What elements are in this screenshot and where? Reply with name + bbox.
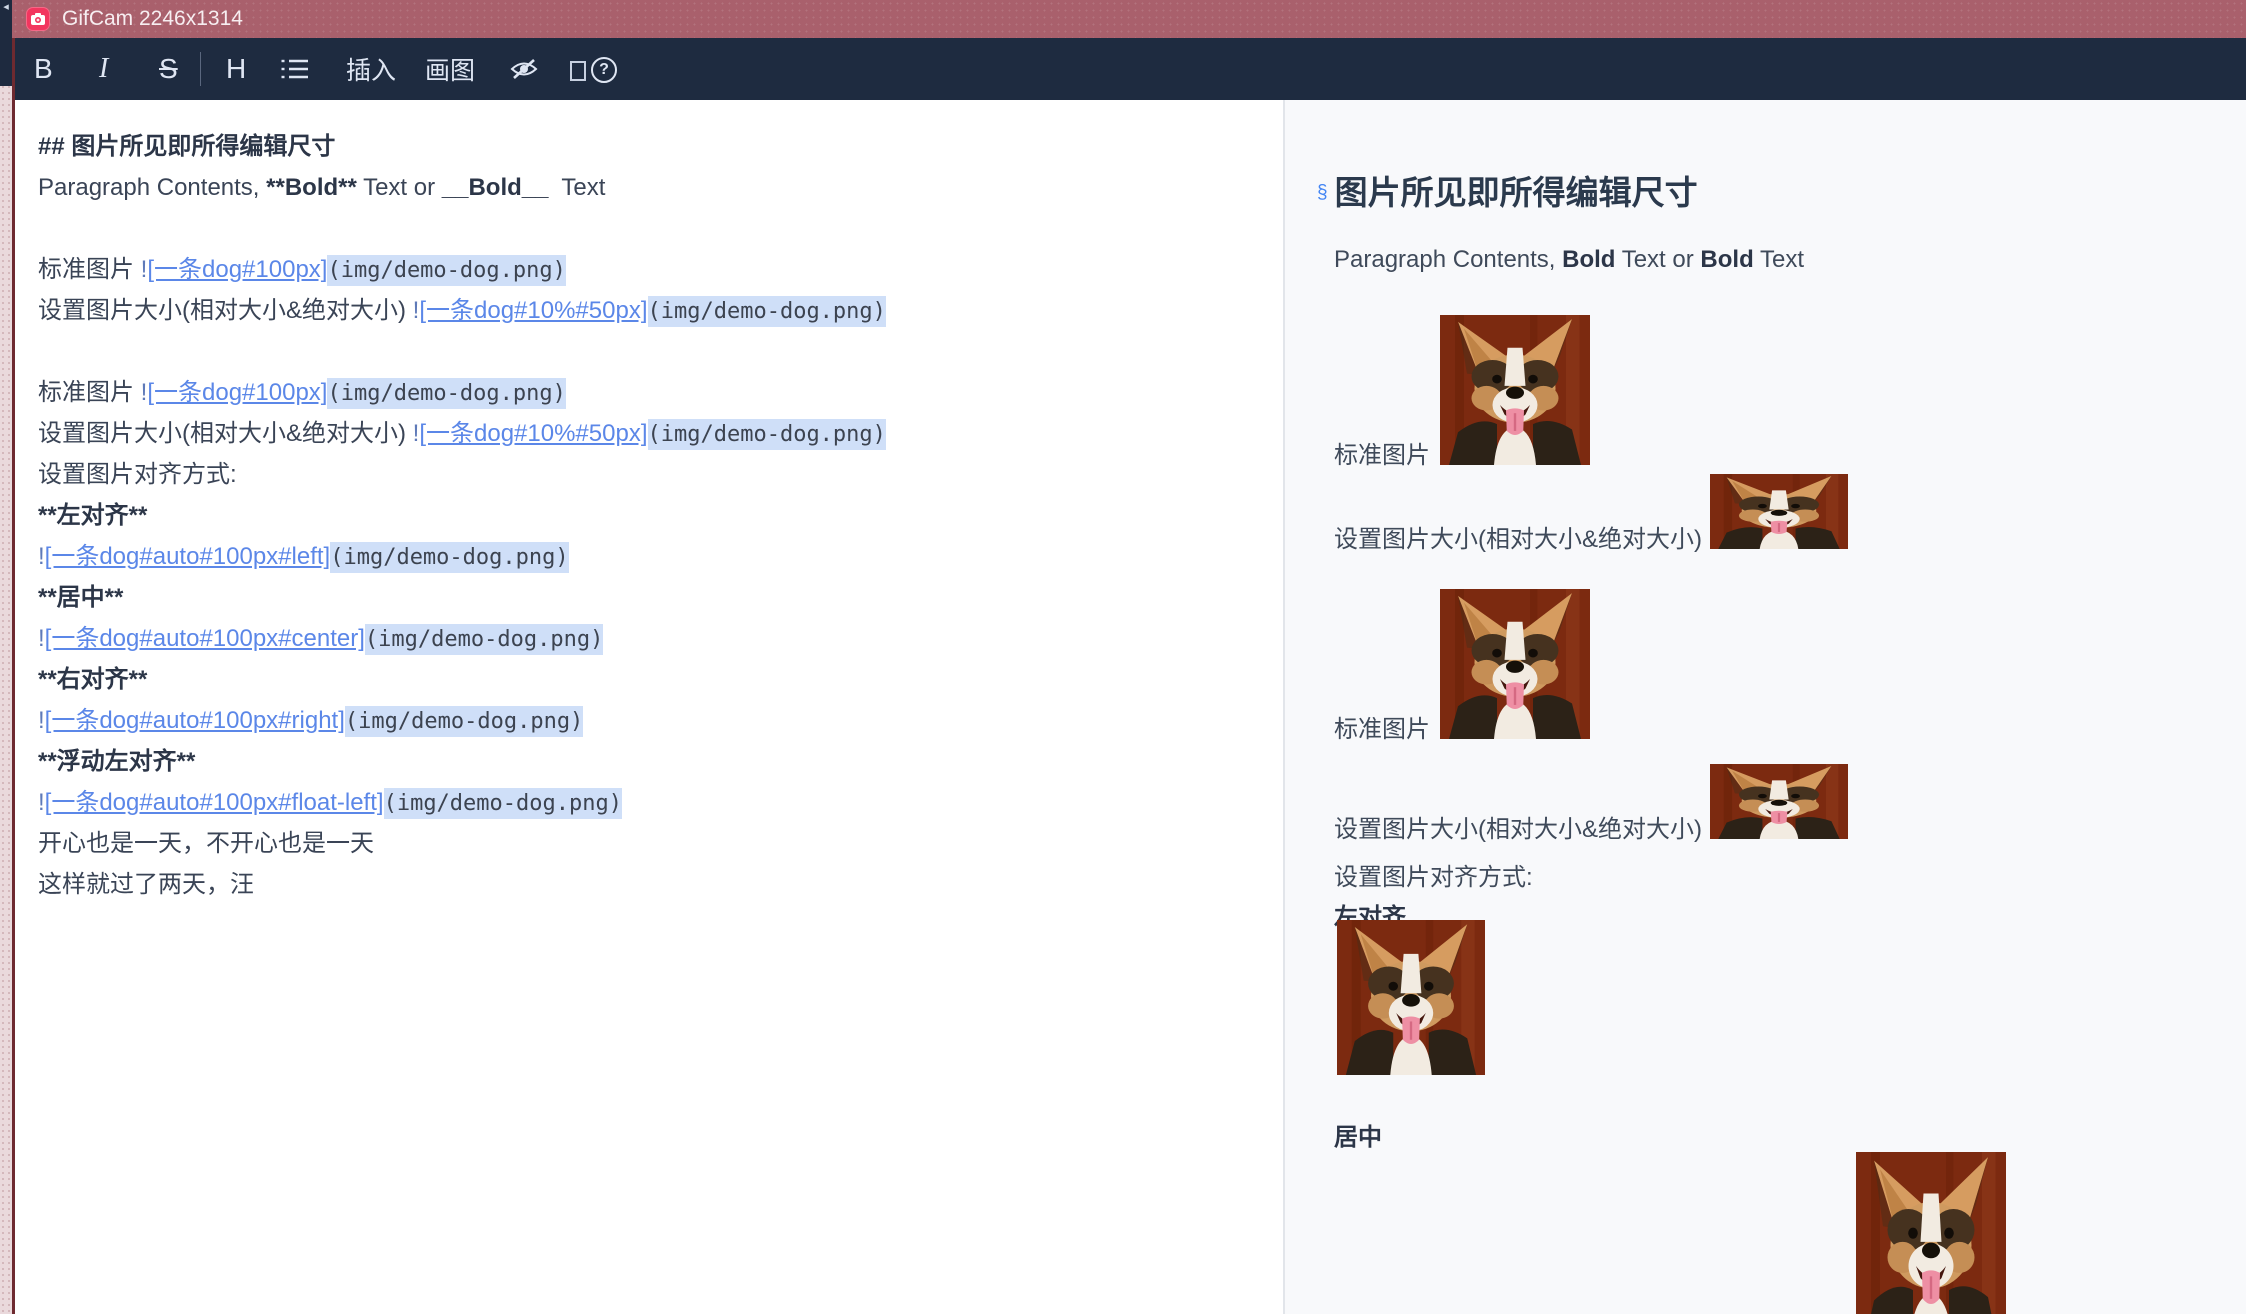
help-icon[interactable]: ? [591,57,617,83]
preview-label-align: 设置图片对齐方式: [1334,857,1533,892]
titlebar[interactable]: GifCam 2246x1314 [12,0,2246,38]
editor-pane[interactable]: ## 图片所见即所得编辑尺寸 Paragraph Contents, **Bol… [15,100,1283,1314]
preview-heading: 图片所见即所得编辑尺寸 [1335,166,1698,214]
demo-dog-image-centered[interactable] [1856,1152,2006,1314]
md-image-path: (img/demo-dog.png) [648,296,886,327]
preview-pane: § 图片所见即所得编辑尺寸 Paragraph Contents, Bold T… [1285,100,2246,1314]
md-heading-line: ## 图片所见即所得编辑尺寸 [38,126,886,167]
demo-dog-image-resized[interactable] [1710,764,1848,839]
heading-anchor-icon[interactable]: § [1317,182,1328,204]
md-blank-line [38,331,886,372]
md-image-marker: ! [38,707,45,734]
editor-lines: ## 图片所见即所得编辑尺寸 Paragraph Contents, **Bol… [38,126,886,905]
md-image-link[interactable]: [一条dog#auto#100px#right] [45,707,345,734]
md-image-path: (img/demo-dog.png) [384,788,622,819]
demo-dog-image-resized[interactable] [1710,474,1848,549]
md-image-marker: ! [38,543,45,570]
md-image-link[interactable]: [一条dog#auto#100px#float-left] [45,789,384,816]
strikethrough-button[interactable]: S [159,38,178,100]
preview-label-size: 设置图片大小(相对大小&绝对大小) [1334,809,1702,844]
list-icon[interactable] [281,38,309,100]
md-image-line: ![一条dog#auto#100px#right](img/demo-dog.p… [38,700,886,741]
md-bold-line: **浮动左对齐** [38,741,886,782]
demo-dog-image-standard[interactable] [1440,589,1590,739]
preview-bold-text: Bold [1562,246,1615,273]
preview-label-standard: 标准图片 [1334,435,1430,470]
md-image-marker: ! [38,625,45,652]
md-image-marker: ! [38,789,45,816]
md-bold-line: **左对齐** [38,495,886,536]
md-image-path: (img/demo-dog.png) [327,378,565,409]
gifcam-frame-edge: ◂ [0,0,12,1314]
md-text: 标准图片 [38,256,141,283]
md-image-line: ![一条dog#auto#100px#left](img/demo-dog.pn… [38,536,886,577]
md-text-line: 开心也是一天，不开心也是一天 [38,823,886,864]
preview-bold-text: Bold [1700,246,1753,273]
md-image-path: (img/demo-dog.png) [365,624,603,655]
md-image-line: ![一条dog#auto#100px#center](img/demo-dog.… [38,618,886,659]
bold-button[interactable]: B [34,38,53,100]
md-image-line: 设置图片大小(相对大小&绝对大小) ![一条dog#10%#50px](img/… [38,413,886,454]
md-bold-line: **居中** [38,577,886,618]
preview-text: Paragraph Contents, [1334,246,1562,273]
heading-button[interactable]: H [226,38,246,100]
preview-label-size: 设置图片大小(相对大小&绝对大小) [1334,519,1702,554]
fullscreen-icon[interactable] [570,61,586,81]
md-text-line: 这样就过了两天，汪 [38,864,886,905]
md-bold-line: **右对齐** [38,659,886,700]
md-image-link[interactable]: [一条dog#100px] [147,256,327,283]
demo-dog-image-standard[interactable] [1440,315,1590,465]
md-text: Text or [357,174,442,201]
md-image-link[interactable]: [一条dog#100px] [147,379,327,406]
md-image-path: (img/demo-dog.png) [330,542,568,573]
insert-button[interactable]: 插入 [346,38,396,100]
md-text: 标准图片 [38,379,141,406]
md-blank-line [38,208,886,249]
md-text-line: 设置图片对齐方式: [38,454,886,495]
md-image-line: 标准图片 ![一条dog#100px](img/demo-dog.png) [38,249,886,290]
md-image-link[interactable]: [一条dog#auto#100px#left] [45,543,331,570]
toolbar: B I S H 插入 画图 ? [15,38,2246,100]
md-image-link[interactable]: [一条dog#10%#50px] [419,420,647,447]
preview-text: Text [1754,246,1804,273]
toolbar-divider [200,52,201,86]
preview-heading-row: § 图片所见即所得编辑尺寸 [1317,166,1698,214]
md-image-line: 设置图片大小(相对大小&绝对大小) ![一条dog#10%#50px](img/… [38,290,886,331]
collapse-arrow-icon[interactable]: ◂ [0,0,12,86]
italic-button[interactable]: I [99,38,108,100]
md-text: 设置图片大小(相对大小&绝对大小) [38,420,413,447]
md-paragraph-line: Paragraph Contents, **Bold** Text or __B… [38,167,886,208]
demo-dog-image-left-aligned[interactable] [1337,920,1485,1075]
preview-label-center: 居中 [1334,1117,1382,1152]
md-bold-token: __Bold__ [442,174,549,201]
md-image-link[interactable]: [一条dog#auto#100px#center] [45,625,365,652]
preview-label-standard: 标准图片 [1334,709,1430,744]
window-title: GifCam 2246x1314 [62,7,243,31]
gifcam-icon [26,7,50,31]
md-image-path: (img/demo-dog.png) [648,419,886,450]
md-text: Paragraph Contents, [38,174,266,201]
md-image-link[interactable]: [一条dog#10%#50px] [419,297,647,324]
md-image-path: (img/demo-dog.png) [345,706,583,737]
preview-text: Text or [1615,246,1700,273]
draw-button[interactable]: 画图 [425,38,475,100]
md-bold-token: **Bold** [266,174,357,201]
md-image-path: (img/demo-dog.png) [327,255,565,286]
md-text: 设置图片大小(相对大小&绝对大小) [38,297,413,324]
md-text: Text [548,174,605,201]
md-image-line: 标准图片 ![一条dog#100px](img/demo-dog.png) [38,372,886,413]
preview-paragraph: Paragraph Contents, Bold Text or Bold Te… [1334,246,1804,274]
md-image-line: ![一条dog#auto#100px#float-left](img/demo-… [38,782,886,823]
eye-hidden-icon[interactable] [509,38,539,100]
